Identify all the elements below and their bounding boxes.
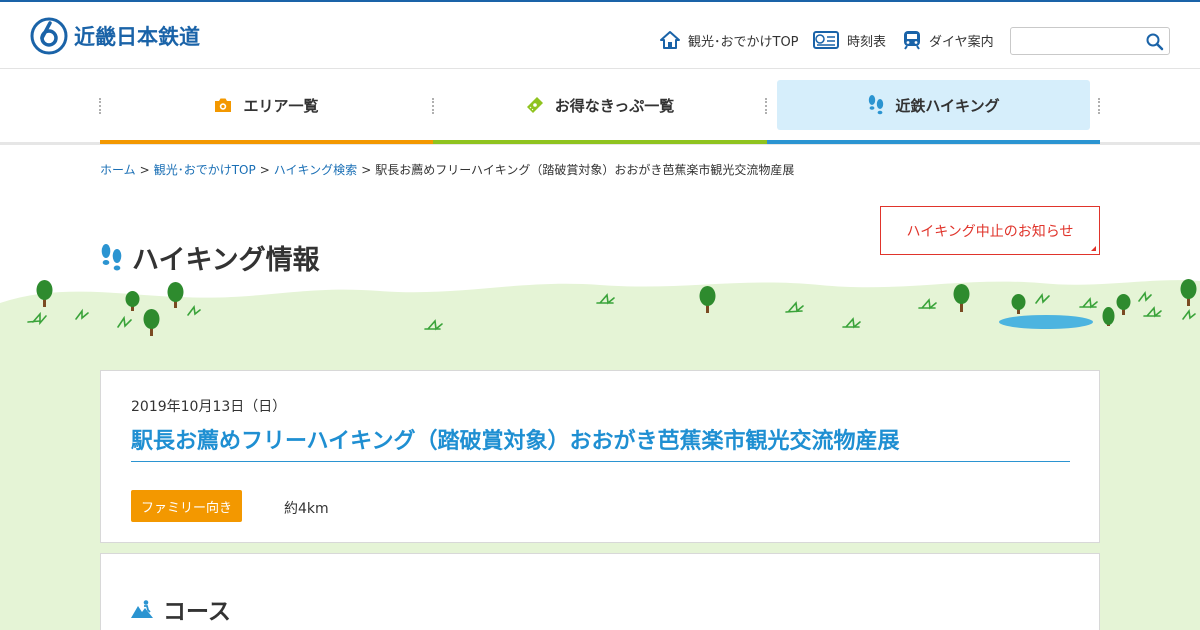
course-heading: コース bbox=[131, 592, 231, 626]
search-icon[interactable] bbox=[1145, 32, 1165, 52]
corner-arrow-icon bbox=[1091, 246, 1096, 251]
nav-divider bbox=[1098, 98, 1100, 114]
footprints-icon bbox=[101, 243, 122, 270]
nav-item-hiking[interactable]: 近鉄ハイキング bbox=[777, 80, 1090, 130]
site-header: 近畿日本鉄道 観光･おでかけTOP 時刻表 ダイヤ案内 bbox=[0, 2, 1200, 69]
nav-divider bbox=[765, 98, 767, 114]
site-logo[interactable]: 近畿日本鉄道 bbox=[30, 17, 200, 55]
nav-accent-bar-area bbox=[100, 140, 433, 144]
timetable-icon bbox=[813, 31, 839, 49]
logo-text: 近畿日本鉄道 bbox=[74, 25, 200, 49]
notice-button-label: ハイキング中止のお知らせ bbox=[906, 223, 1074, 240]
nav-item-area-list[interactable]: エリア一覧 bbox=[100, 80, 432, 130]
event-distance: 約4km bbox=[284, 501, 329, 517]
course-card: コース bbox=[100, 553, 1100, 630]
search-input[interactable] bbox=[1011, 28, 1141, 54]
util-link-timetable[interactable]: 時刻表 bbox=[813, 27, 886, 53]
nav-accent-bar-hiking bbox=[767, 140, 1100, 144]
event-date: 2019年10月13日（日） bbox=[131, 399, 287, 415]
breadcrumb-link-hiking-search[interactable]: ハイキング検索 bbox=[274, 163, 357, 177]
breadcrumb-separator: > bbox=[259, 163, 270, 177]
breadcrumb-separator: > bbox=[139, 163, 150, 177]
breadcrumb: ホーム > 観光･おでかけTOP > ハイキング検索 > 駅長お薦めフリーハイキング（踏破賞… bbox=[100, 161, 794, 178]
util-link-label: ダイヤ案内 bbox=[929, 34, 994, 50]
breadcrumb-link-sightseeing-top[interactable]: 観光･おでかけTOP bbox=[154, 163, 256, 177]
footprints-icon bbox=[869, 95, 884, 115]
hiking-cancellation-notice-button[interactable]: ハイキング中止のお知らせ bbox=[880, 206, 1100, 255]
camera-icon bbox=[215, 98, 232, 112]
util-link-label: 時刻表 bbox=[847, 34, 887, 50]
page-title-text: ハイキング情報 bbox=[132, 245, 320, 276]
ticket-icon bbox=[526, 97, 543, 113]
difficulty-badge: ファミリー向き bbox=[131, 490, 243, 522]
breadcrumb-current: 駅長お薦めフリーハイキング（踏破賞対象）おおがき芭蕉楽市観光交流物産展 bbox=[375, 163, 795, 177]
nav-accent-bar-ticket bbox=[433, 140, 767, 144]
event-summary-card: 2019年10月13日（日） 駅長お薦めフリーハイキング（踏破賞対象）おおがき芭… bbox=[100, 370, 1100, 543]
page-title: ハイキング情報 bbox=[100, 238, 320, 277]
nav-item-ticket-list[interactable]: お得なきっぷ一覧 bbox=[433, 80, 766, 130]
event-title: 駅長お薦めフリーハイキング（踏破賞対象）おおがき芭蕉楽市観光交流物産展 bbox=[131, 423, 1070, 462]
nav-item-label: エリア一覧 bbox=[243, 96, 319, 115]
mountain-walker-icon bbox=[131, 600, 153, 618]
kintetsu-logo-icon bbox=[30, 17, 68, 55]
util-link-schedule[interactable]: ダイヤ案内 bbox=[903, 27, 994, 53]
breadcrumb-separator: > bbox=[361, 163, 372, 177]
breadcrumb-link-home[interactable]: ホーム bbox=[100, 163, 136, 177]
site-search bbox=[1010, 27, 1170, 55]
home-icon bbox=[660, 31, 680, 49]
nav-item-label: お得なきっぷ一覧 bbox=[554, 96, 675, 115]
util-link-label: 観光･おでかけTOP bbox=[688, 34, 799, 50]
util-link-sightseeing-top[interactable]: 観光･おでかけTOP bbox=[660, 27, 799, 53]
global-nav: エリア一覧 お得なきっぷ一覧 近鉄ハイキング bbox=[0, 70, 1200, 145]
nav-item-label: 近鉄ハイキング bbox=[895, 96, 1000, 115]
train-icon bbox=[904, 31, 920, 50]
course-heading-text: コース bbox=[163, 599, 231, 625]
